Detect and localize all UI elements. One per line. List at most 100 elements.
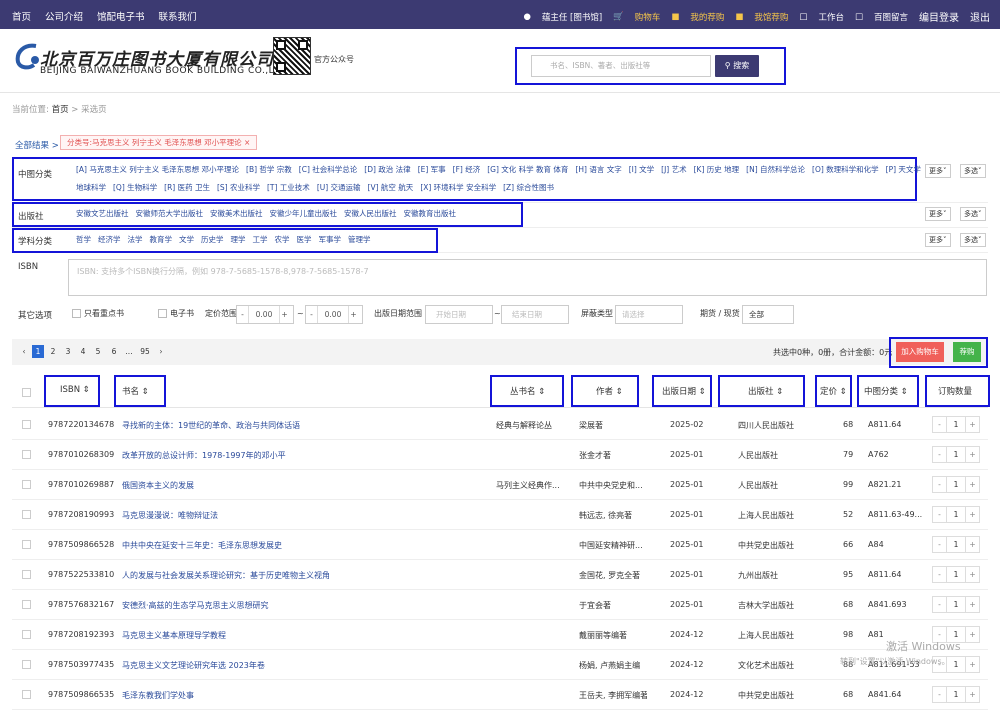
- publisher-option[interactable]: 安徽人民出版社: [344, 209, 397, 218]
- col-publisher-header[interactable]: 出版社 ⇕: [748, 385, 783, 397]
- minus-icon[interactable]: -: [933, 507, 947, 522]
- plus-icon[interactable]: +: [965, 507, 979, 522]
- minus-icon[interactable]: -: [933, 567, 947, 582]
- clc-option[interactable]: [V] 航空 航天: [368, 183, 414, 192]
- clc-option[interactable]: [T] 工业技术: [267, 183, 310, 192]
- quantity-value[interactable]: 1: [947, 507, 965, 522]
- price-min-value[interactable]: 0.00: [249, 306, 279, 323]
- workbench-link[interactable]: 工作台: [818, 11, 844, 23]
- subject-option[interactable]: 经济学: [98, 235, 121, 244]
- table-cell-title[interactable]: 中共中央在延安十三年史：毛泽东思想发展史: [122, 540, 482, 551]
- clc-option[interactable]: [R] 医药 卫生: [164, 183, 210, 192]
- page-last[interactable]: 95: [138, 345, 152, 358]
- col-price-header[interactable]: 定价 ⇕: [820, 385, 847, 397]
- table-cell-title[interactable]: 马克思主义基本原理导学教程: [122, 630, 482, 641]
- clc-option[interactable]: [P] 天文学: [886, 165, 921, 174]
- page-1[interactable]: 1: [32, 345, 44, 358]
- clc-multi-button[interactable]: 多选˅: [960, 164, 986, 178]
- quantity-value[interactable]: 1: [947, 417, 965, 432]
- page-4[interactable]: 4: [77, 345, 89, 358]
- subject-option[interactable]: 管理学: [348, 235, 371, 244]
- add-to-cart-button[interactable]: 加入购物车: [896, 342, 944, 362]
- row-checkbox[interactable]: [22, 600, 31, 609]
- minus-icon[interactable]: -: [933, 417, 947, 432]
- page-2[interactable]: 2: [47, 345, 59, 358]
- only-key-checkbox[interactable]: [72, 309, 81, 318]
- recommend-button[interactable]: 荐购: [953, 342, 981, 362]
- row-checkbox[interactable]: [22, 570, 31, 579]
- plus-icon[interactable]: +: [279, 306, 289, 323]
- lib-order-link[interactable]: 我馆荐购: [754, 11, 788, 23]
- row-checkbox[interactable]: [22, 690, 31, 699]
- prev-page-icon[interactable]: ‹: [18, 345, 30, 358]
- publisher-option[interactable]: 安徽师范大学出版社: [136, 209, 204, 218]
- clc-option[interactable]: [O] 数理科学和化学: [812, 165, 879, 174]
- shield-type-select[interactable]: 请选择: [615, 305, 683, 324]
- row-checkbox[interactable]: [22, 450, 31, 459]
- clc-option[interactable]: 地球科学: [76, 183, 106, 192]
- minus-icon[interactable]: -: [933, 537, 947, 552]
- select-all-checkbox[interactable]: [22, 388, 31, 397]
- col-date-header[interactable]: 出版日期 ⇕: [662, 385, 706, 397]
- row-checkbox[interactable]: [22, 660, 31, 669]
- clc-option[interactable]: [F] 经济: [453, 165, 481, 174]
- plus-icon[interactable]: +: [965, 597, 979, 612]
- publisher-option[interactable]: 安徽文艺出版社: [76, 209, 129, 218]
- minus-icon[interactable]: -: [933, 477, 947, 492]
- price-max-value[interactable]: 0.00: [318, 306, 348, 323]
- search-input[interactable]: 书名、ISBN、著者、出版社等: [531, 55, 711, 77]
- col-series-header[interactable]: 丛书名 ⇕: [510, 385, 545, 397]
- col-isbn-header[interactable]: ISBN ⇕: [60, 385, 90, 395]
- quantity-value[interactable]: 1: [947, 597, 965, 612]
- clc-option[interactable]: [K] 历史 地理: [694, 165, 740, 174]
- clc-option[interactable]: [Q] 生物科学: [113, 183, 157, 192]
- nav-home[interactable]: 首页: [12, 9, 31, 23]
- cart-link[interactable]: 购物车: [635, 11, 661, 23]
- subject-option[interactable]: 教育学: [150, 235, 173, 244]
- quantity-value[interactable]: 1: [947, 537, 965, 552]
- row-checkbox[interactable]: [22, 420, 31, 429]
- publisher-option[interactable]: 安徽教育出版社: [404, 209, 457, 218]
- my-order-link[interactable]: 我的荐购: [690, 11, 724, 23]
- publisher-more-button[interactable]: 更多˅: [925, 207, 951, 221]
- period-select[interactable]: 全部: [742, 305, 794, 324]
- clc-more-button[interactable]: 更多˅: [925, 164, 951, 178]
- minus-icon[interactable]: -: [933, 687, 947, 702]
- page-3[interactable]: 3: [62, 345, 74, 358]
- clc-option[interactable]: [X] 环境科学 安全科学: [420, 183, 496, 192]
- clc-option[interactable]: [N] 自然科学总论: [746, 165, 805, 174]
- plus-icon[interactable]: +: [965, 477, 979, 492]
- plus-icon[interactable]: +: [348, 306, 358, 323]
- quantity-stepper[interactable]: -1 +: [932, 536, 980, 553]
- price-min-stepper[interactable]: -0.00 +: [236, 305, 294, 324]
- nav-ebooks[interactable]: 馆配电子书: [97, 9, 145, 23]
- price-max-stepper[interactable]: -0.00 +: [305, 305, 363, 324]
- table-cell-title[interactable]: 安德烈·高兹的生态学马克思主义思想研究: [122, 600, 482, 611]
- logout-link[interactable]: 退出: [970, 9, 990, 24]
- page-6[interactable]: 6: [108, 345, 120, 358]
- table-cell-title[interactable]: 俄国资本主义的发展: [122, 480, 482, 491]
- isbn-textarea[interactable]: ISBN: 支持多个ISBN换行分隔，例如 978-7-5685-1578-8,…: [68, 259, 987, 296]
- minus-icon[interactable]: -: [933, 447, 947, 462]
- clc-option[interactable]: [I] 文学: [629, 165, 654, 174]
- quantity-value[interactable]: 1: [947, 567, 965, 582]
- quantity-value[interactable]: 1: [947, 687, 965, 702]
- plus-icon[interactable]: +: [965, 567, 979, 582]
- quantity-stepper[interactable]: -1 +: [932, 506, 980, 523]
- clc-option[interactable]: [A] 马克思主义 列宁主义 毛泽东思想 邓小平理论: [76, 165, 239, 174]
- all-results-link[interactable]: 全部结果 >: [15, 139, 59, 151]
- table-cell-title[interactable]: 改革开放的总设计师：1978-1997年的邓小平: [122, 450, 482, 461]
- end-date-input[interactable]: 结束日期: [501, 305, 569, 324]
- search-button[interactable]: ⚲ 搜索: [715, 55, 759, 77]
- quantity-stepper[interactable]: -1 +: [932, 476, 980, 493]
- row-checkbox[interactable]: [22, 510, 31, 519]
- start-date-input[interactable]: 开始日期: [425, 305, 493, 324]
- quantity-stepper[interactable]: -1 +: [932, 566, 980, 583]
- publisher-option[interactable]: 安徽少年儿童出版社: [270, 209, 338, 218]
- table-cell-title[interactable]: 人的发展与社会发展关系理论研究：基于历史唯物主义视角: [122, 570, 482, 581]
- clc-option[interactable]: [J] 艺术: [661, 165, 686, 174]
- clc-option[interactable]: [E] 军事: [418, 165, 446, 174]
- subject-option[interactable]: 理学: [231, 235, 246, 244]
- clc-option[interactable]: [C] 社会科学总论: [299, 165, 357, 174]
- ebook-checkbox[interactable]: [158, 309, 167, 318]
